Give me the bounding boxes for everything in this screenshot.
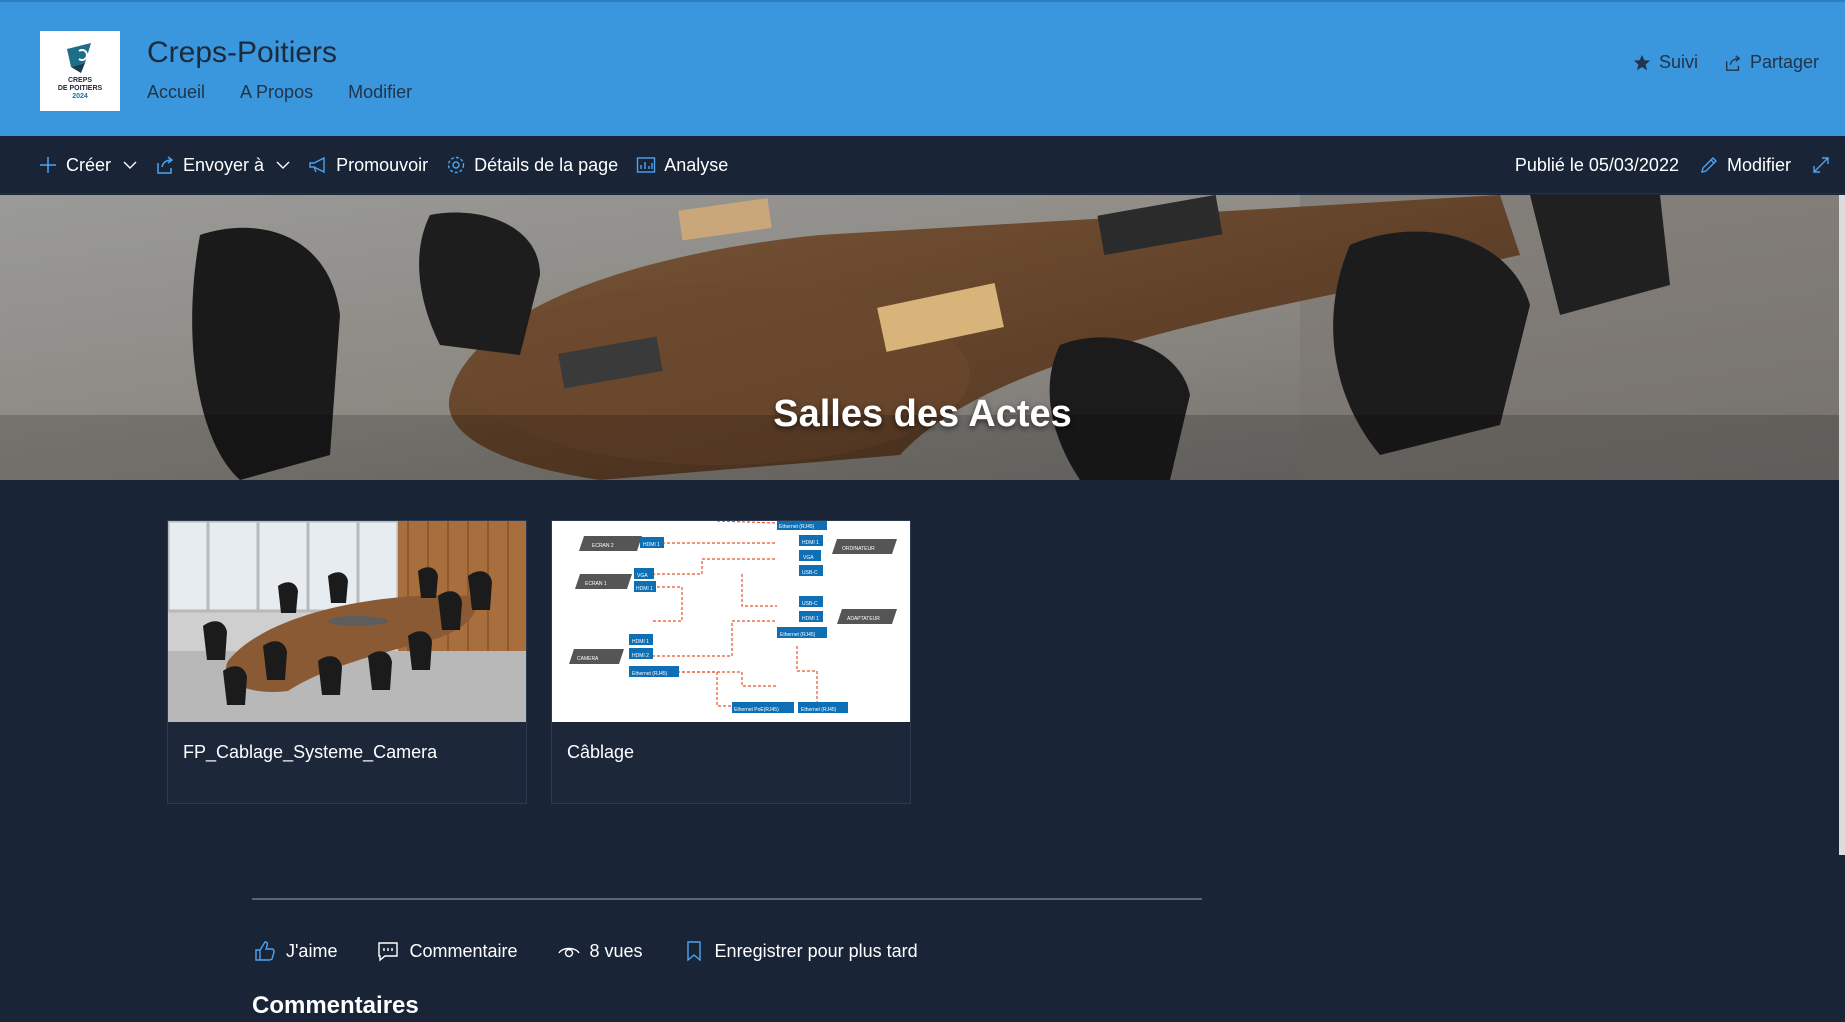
- follow-button[interactable]: Suivi: [1633, 52, 1698, 73]
- analytics-label: Analyse: [664, 154, 729, 175]
- plus-icon: [40, 157, 56, 173]
- diagram-label: Ethernet (RJ45): [632, 671, 668, 677]
- site-header: CREPS DE POITIERS 2024 Creps-Poitiers Ac…: [0, 0, 1845, 136]
- diagram-label: HDMI 1: [636, 586, 653, 592]
- diagram-label: CAMERA: [577, 656, 599, 662]
- diagram-label: USB-C: [802, 601, 818, 607]
- diagram-label: USB-C: [802, 570, 818, 576]
- analytics-icon: [637, 157, 656, 173]
- content-divider: [252, 898, 1202, 900]
- nav-item-a-propos[interactable]: A Propos: [240, 82, 313, 103]
- share-button[interactable]: Partager: [1724, 52, 1819, 73]
- eye-icon: [557, 947, 580, 958]
- bookmark-icon: [686, 941, 701, 962]
- logo-text-line1: CREPS: [67, 77, 93, 84]
- edit-page-label: Modifier: [1726, 154, 1791, 175]
- social-bar: J'aime Commentaire 8 vues Enregistrer po…: [254, 940, 918, 962]
- site-logo[interactable]: CREPS DE POITIERS 2024: [40, 31, 120, 111]
- send-icon: [157, 156, 174, 174]
- document-card[interactable]: ECRAN 2 ECRAN 1 CAMERA ORDINATEUR ADAPTATEUR…: [551, 520, 911, 804]
- document-card[interactable]: FP_Cablage_Systeme_Camera: [167, 520, 527, 804]
- create-label: Créer: [66, 154, 112, 175]
- share-icon: [1725, 54, 1741, 71]
- document-cards: FP_Cablage_Systeme_Camera ECRAN 2 ECRAN …: [167, 520, 911, 804]
- views-label: 8 vues: [589, 940, 643, 961]
- diagram-label: ECRAN 1: [585, 581, 607, 587]
- analytics-button[interactable]: Analyse: [636, 155, 728, 176]
- fullscreen-button[interactable]: [1811, 155, 1831, 175]
- cabling-diagram-image: ECRAN 2 ECRAN 1 CAMERA ORDINATEUR ADAPTATEUR…: [552, 521, 910, 722]
- page-details-label: Détails de la page: [474, 154, 619, 175]
- diagram-label: HDMI 1: [643, 542, 660, 548]
- edit-page-button[interactable]: Modifier: [1699, 155, 1791, 176]
- header-actions: Suivi Partager: [1633, 52, 1819, 73]
- page-scrollbar[interactable]: [1839, 195, 1845, 855]
- diagram-label: HDMI 1: [802, 616, 819, 622]
- page-details-button[interactable]: Détails de la page: [446, 155, 618, 176]
- logo-text: CREPS DE POITIERS 2024: [58, 77, 102, 101]
- create-button[interactable]: Créer: [38, 155, 137, 176]
- promote-label: Promouvoir: [336, 154, 429, 175]
- like-button[interactable]: J'aime: [254, 940, 337, 962]
- megaphone-icon: [309, 156, 325, 174]
- gear-icon: [447, 156, 465, 174]
- comment-icon: [378, 942, 399, 962]
- follow-label: Suivi: [1658, 52, 1698, 72]
- save-for-later-button[interactable]: Enregistrer pour plus tard: [683, 940, 918, 962]
- command-bar-right: Publié le 05/03/2022 Modifier: [1515, 136, 1831, 194]
- diagram-label: VGA: [637, 573, 648, 579]
- card-thumbnail-cabling-diagram: ECRAN 2 ECRAN 1 CAMERA ORDINATEUR ADAPTATEUR…: [552, 521, 910, 722]
- chevron-down-icon: [276, 161, 290, 169]
- logo-text-line2: DE POITIERS: [57, 85, 103, 92]
- logo-mark-icon: [67, 43, 91, 73]
- diagram-label: HDMI 1: [802, 540, 819, 546]
- diagram-label: Ethernet PoE(RJ45): [734, 707, 779, 713]
- views-count: 8 vues: [557, 940, 643, 962]
- diagram-label: ECRAN 2: [592, 543, 614, 549]
- like-label: J'aime: [286, 940, 338, 961]
- comments-heading: Commentaires: [252, 992, 419, 1019]
- promote-button[interactable]: Promouvoir: [308, 155, 428, 176]
- command-bar: Créer Envoyer à Promouvoir Détails de la…: [0, 136, 1845, 194]
- comment-label: Commentaire: [409, 940, 518, 961]
- diagram-label: Ethernet (RJ45): [780, 632, 816, 638]
- star-icon: [1633, 54, 1651, 70]
- card-title: FP_Cablage_Systeme_Camera: [183, 742, 438, 762]
- published-date: Publié le 05/03/2022: [1514, 154, 1679, 175]
- diagram-label: ORDINATEUR: [842, 546, 875, 552]
- diagram-label: VGA: [803, 555, 814, 561]
- save-for-later-label: Enregistrer pour plus tard: [714, 940, 918, 961]
- hero-background-image: [0, 195, 1845, 480]
- diagram-label: Ethernet (RJ45): [801, 707, 837, 713]
- send-to-button[interactable]: Envoyer à: [155, 155, 290, 176]
- hero-banner: Salles des Actes: [0, 195, 1845, 480]
- diagram-label: HDMI 1: [632, 639, 649, 645]
- card-title: Câblage: [567, 742, 635, 762]
- card-thumbnail-meeting-room: [168, 521, 526, 722]
- meeting-room-image: [168, 521, 526, 722]
- diagram-label: ADAPTATEUR: [847, 616, 880, 622]
- page-title: Salles des Actes: [773, 393, 1072, 435]
- expand-icon: [1813, 157, 1829, 173]
- comment-button[interactable]: Commentaire: [377, 940, 518, 962]
- diagram-label: HDMI 2: [632, 653, 649, 659]
- nav-item-modifier[interactable]: Modifier: [348, 82, 412, 103]
- site-title[interactable]: Creps-Poitiers: [147, 36, 337, 70]
- thumbs-up-icon: [255, 941, 275, 961]
- command-bar-left: Créer Envoyer à Promouvoir Détails de la…: [38, 136, 728, 194]
- pencil-icon: [1701, 157, 1717, 173]
- diagram-label: Ethernet (RJ45): [779, 524, 815, 530]
- send-to-label: Envoyer à: [183, 154, 265, 175]
- site-nav: Accueil A Propos Modifier: [147, 82, 412, 103]
- nav-item-accueil[interactable]: Accueil: [147, 82, 205, 103]
- chevron-down-icon: [123, 161, 137, 169]
- logo-year: 2024: [72, 93, 88, 100]
- share-label: Partager: [1749, 52, 1819, 72]
